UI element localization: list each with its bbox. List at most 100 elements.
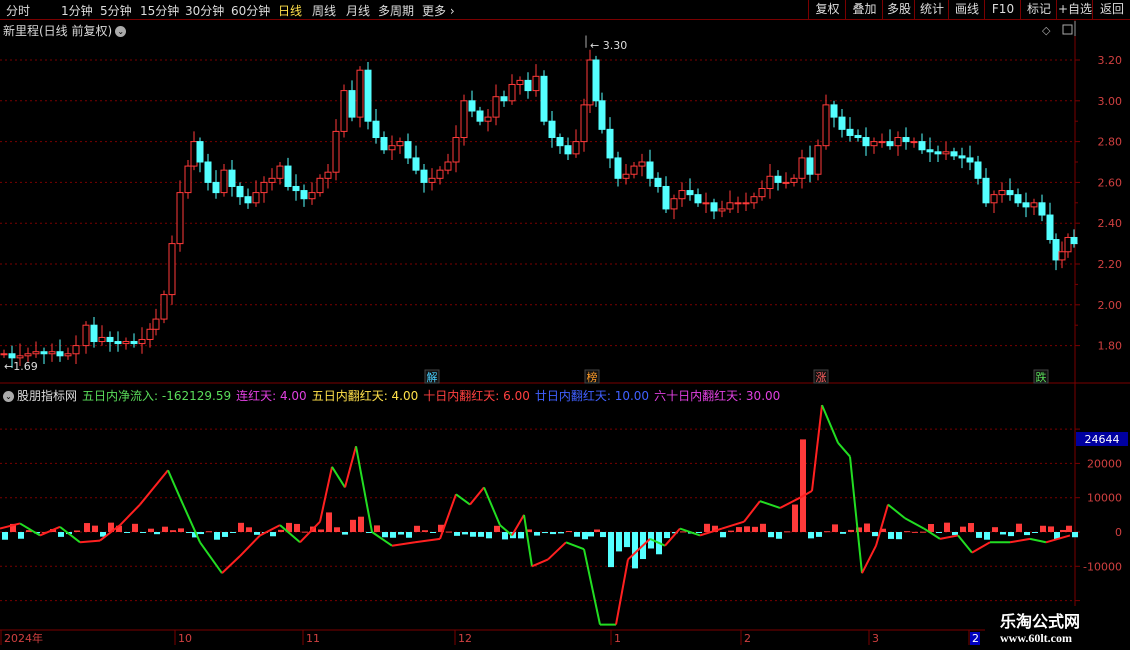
ind-bar [816, 532, 822, 537]
ind-bar [358, 516, 364, 532]
ind-axis-label: 10000 [1087, 492, 1122, 505]
ind-bar [904, 531, 910, 533]
ind-bar [206, 531, 212, 533]
ind-axis-label: -10000 [1083, 560, 1122, 573]
candle-up [396, 141, 404, 147]
ind-line-seg [119, 503, 141, 526]
ind-bar [198, 532, 204, 535]
candle-up [332, 130, 340, 173]
event-tag-1: 榜 [587, 370, 598, 384]
candle-up [0, 353, 8, 356]
candle-up [72, 345, 80, 355]
indicator-value-2: 五日内翻红天: 4.00 [311, 389, 419, 403]
candle-down [1046, 214, 1054, 241]
indicator-value-0: 五日内净流入: -162129.59 [82, 389, 232, 403]
indicator-value-1: 连红天: 4.00 [236, 389, 307, 403]
ind-bar [84, 523, 90, 532]
candle-up [64, 353, 72, 357]
candle-up [782, 181, 790, 184]
ind-bar [1048, 526, 1054, 532]
candle-up [1064, 236, 1072, 253]
candle-down [500, 96, 508, 102]
candle-down [412, 157, 420, 171]
ind-bar [582, 532, 588, 540]
ind-bar [920, 531, 926, 533]
ind-bar [872, 532, 878, 537]
ind-bar [132, 523, 138, 532]
ind-highlight-value: 24644 [1085, 433, 1120, 446]
candle-down [654, 177, 662, 187]
ind-line-seg [455, 493, 471, 506]
candle-up [452, 137, 460, 163]
ind-bar [270, 532, 276, 537]
candle-up [444, 161, 452, 171]
ind-bar [414, 525, 420, 532]
candle-down [958, 155, 966, 159]
ind-line-seg [139, 469, 169, 506]
candle-down [830, 104, 838, 118]
ind-bar [550, 532, 556, 535]
candle-down [966, 157, 974, 163]
kline-chart[interactable]: ◇ 3.20 3.00 2.80 2.60 2.40 2.20 2.00 1.80 ← 3.30 ←… [0, 0, 1130, 650]
ind-bar [832, 524, 838, 532]
candle-down [244, 196, 252, 204]
ind-line-seg [699, 527, 723, 537]
ind-bar [178, 528, 184, 532]
price-label: 2.00 [1098, 299, 1123, 312]
candle-up [750, 196, 758, 204]
ind-bar [800, 439, 806, 532]
candle-up [990, 194, 998, 204]
ind-bar [1000, 532, 1006, 535]
ind-line-seg [239, 534, 261, 557]
candle-up [586, 59, 594, 106]
price-label: 2.60 [1098, 176, 1123, 189]
ind-bar [186, 532, 192, 533]
candle-down [1070, 236, 1078, 245]
candle-up [276, 165, 284, 179]
ind-bar [406, 532, 412, 538]
candle-down [420, 169, 428, 183]
ind-bar [238, 522, 244, 532]
candle-down [854, 134, 862, 139]
candle-up [24, 353, 32, 357]
candle-down [950, 151, 958, 157]
ind-line-seg [167, 469, 181, 499]
ind-bar [608, 532, 614, 568]
event-tag-2: 涨 [816, 371, 827, 384]
candle-down [364, 69, 372, 122]
ind-bar [848, 529, 854, 532]
ind-bar [558, 532, 564, 534]
ind-bar [936, 532, 942, 533]
candle-up [622, 173, 630, 179]
ind-line-seg [887, 503, 906, 520]
ind-line-seg [565, 541, 585, 551]
ind-line-seg [547, 541, 567, 561]
ind-line-seg [861, 545, 877, 574]
ind-line-seg [957, 534, 973, 554]
ind-line-seg [875, 504, 889, 546]
ind-bar [968, 523, 974, 532]
ind-bar [162, 526, 168, 532]
candle-down [694, 194, 702, 204]
candle-down [646, 161, 654, 179]
candle-up [356, 69, 364, 118]
candle-up [160, 294, 168, 320]
candle-down [40, 351, 48, 355]
date-label-3: 12 [458, 632, 472, 645]
candle-up [532, 75, 540, 92]
ind-bar [486, 532, 492, 539]
ind-axis-label: 0 [1115, 526, 1122, 539]
ind-bar [896, 532, 902, 540]
candle-down [204, 161, 212, 183]
ind-line-seg [39, 525, 61, 537]
ind-bar [624, 532, 630, 548]
ind-line-seg [583, 548, 601, 625]
candle-up [572, 141, 580, 155]
candle-up [16, 355, 24, 359]
ind-bar [566, 531, 572, 533]
indicator-menu-icon[interactable]: ⌄ [3, 391, 14, 402]
ind-bar [534, 532, 540, 536]
candle-down [606, 128, 614, 159]
event-tag-0: 解 [427, 370, 438, 384]
price-label: 2.20 [1098, 258, 1123, 271]
